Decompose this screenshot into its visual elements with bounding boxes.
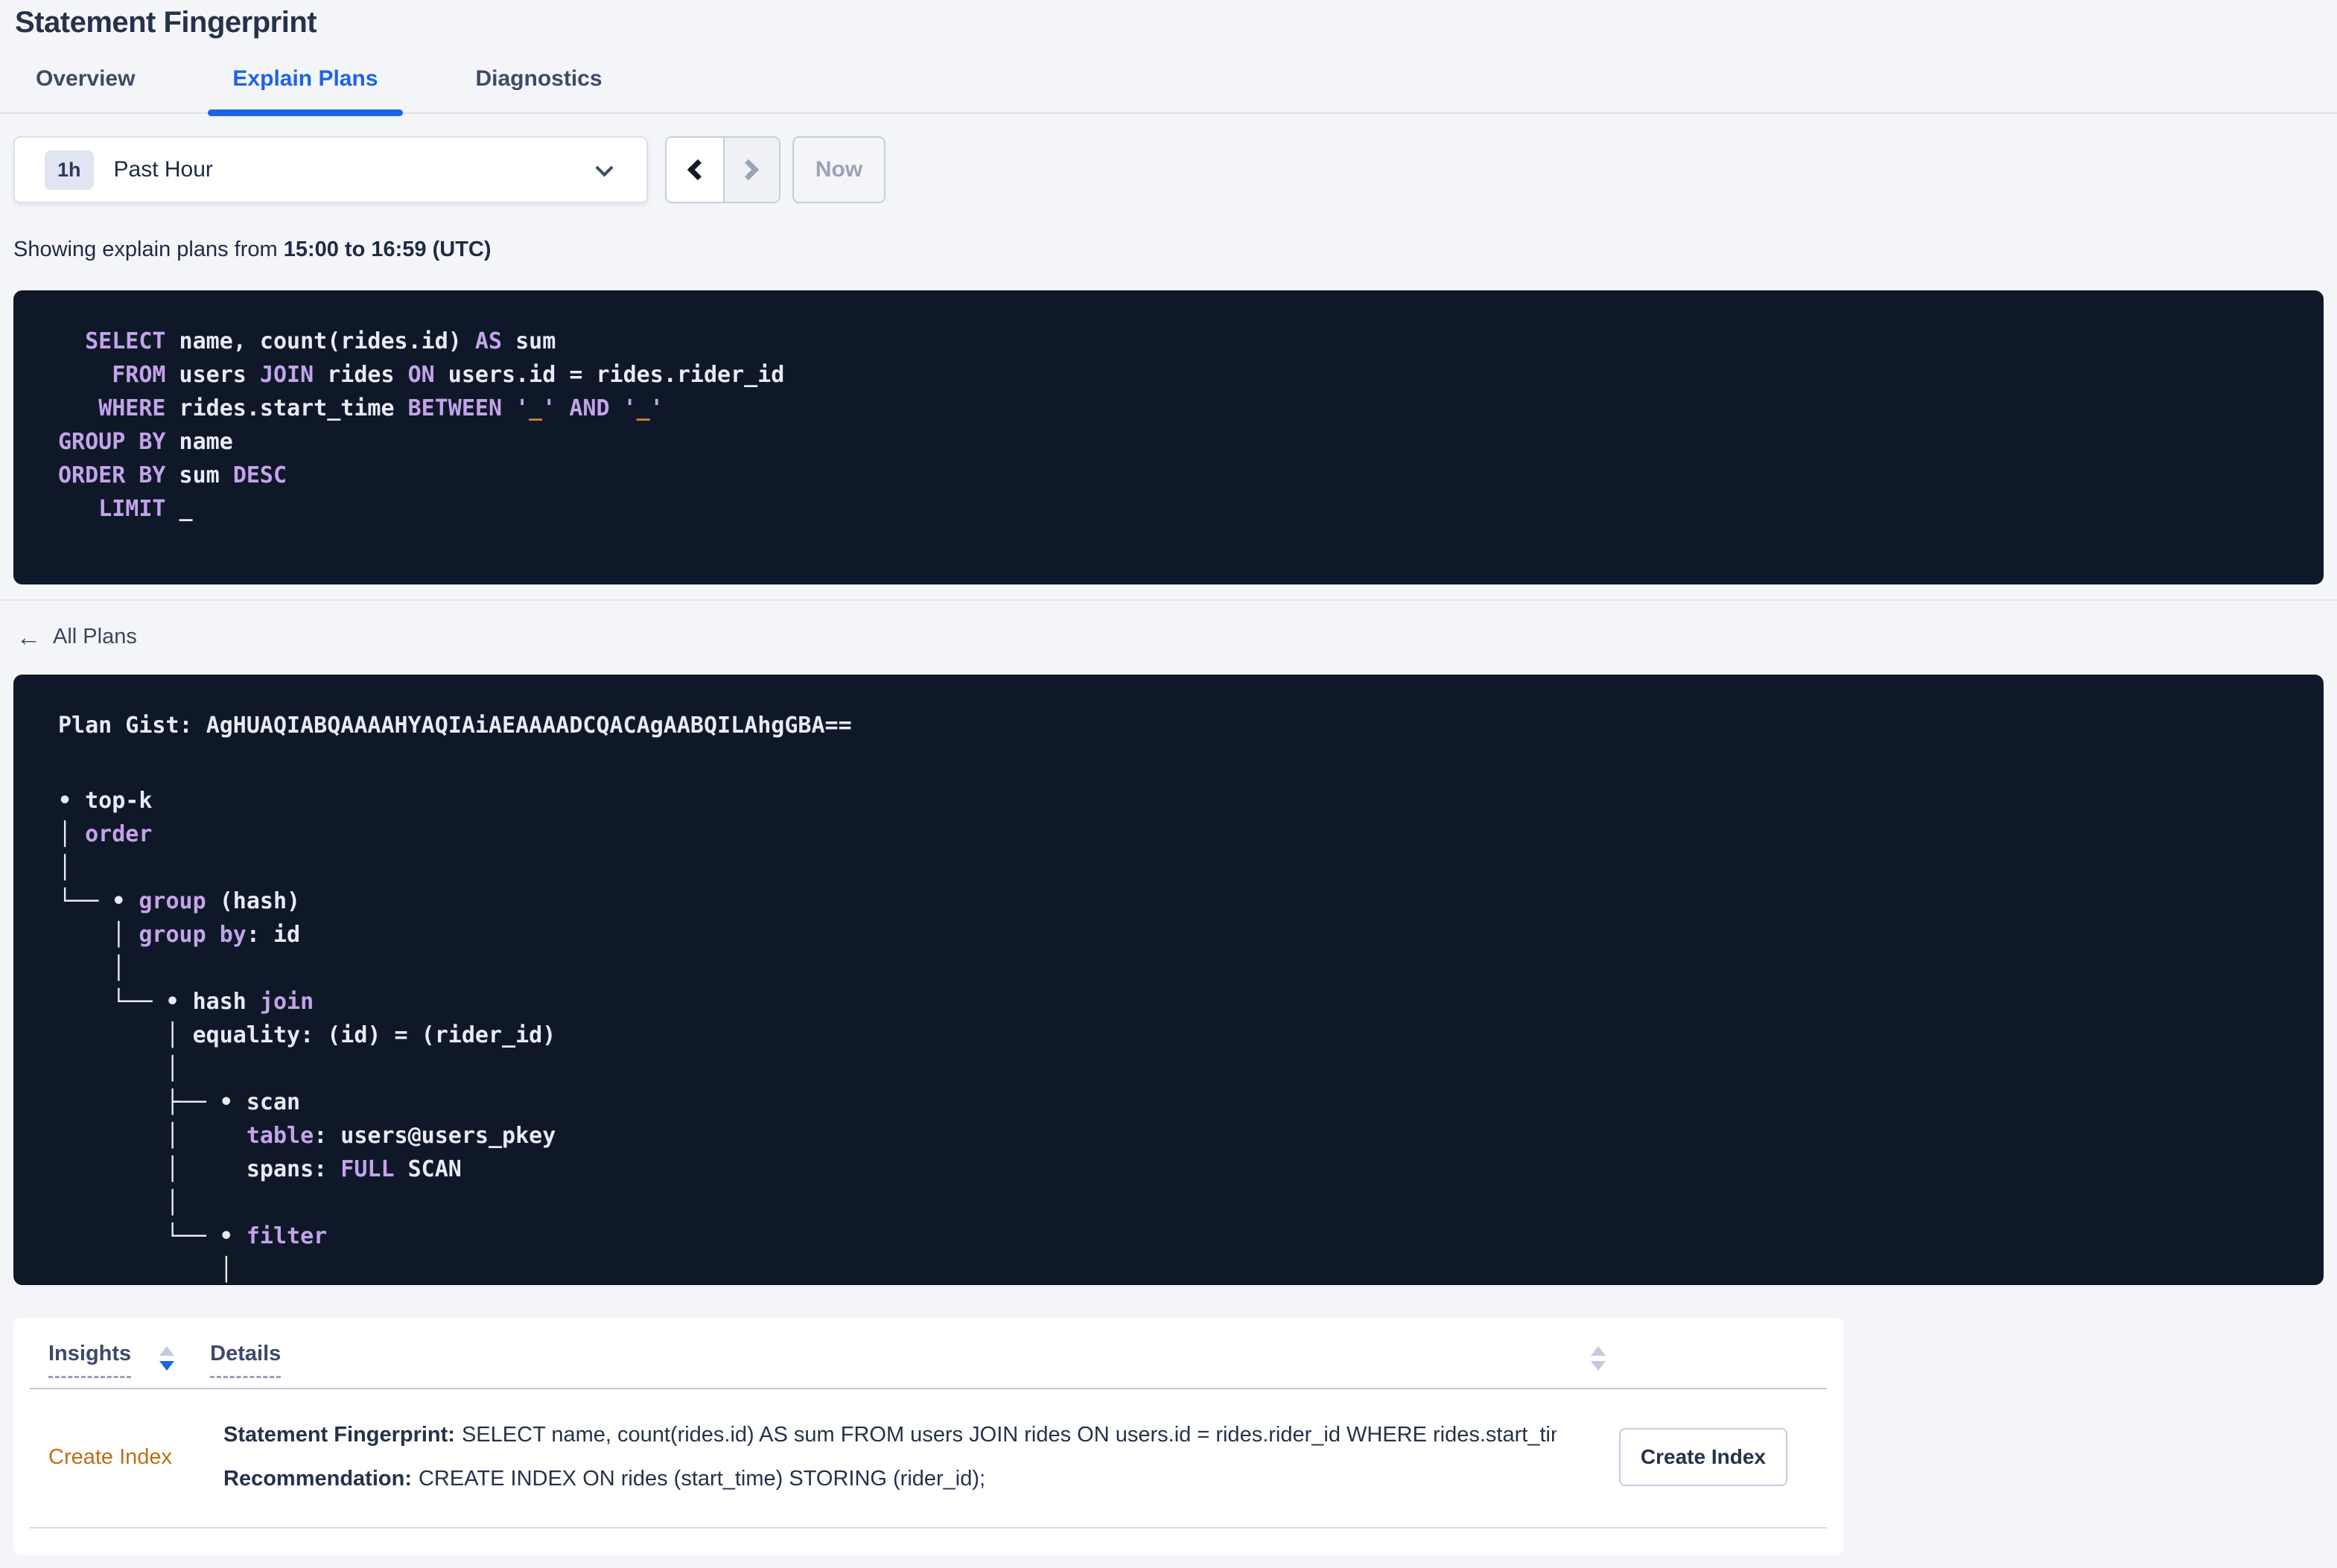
arrow-left-icon: ←: [16, 623, 41, 651]
column-header-insights[interactable]: Insights: [48, 1342, 132, 1378]
next-time-button[interactable]: [722, 138, 779, 202]
insights-table: Insights Details Create Index Statement …: [13, 1318, 1843, 1555]
sort-down-icon: [159, 1361, 175, 1371]
create-index-button[interactable]: Create Index: [1618, 1428, 1787, 1486]
plan-tree: • top-k │ order │ └── • group (hash) │ grou…: [58, 788, 556, 1283]
plan-gist-block: Plan Gist: AgHUAQIABQAAAAHYAQIAiAEAAAADC…: [13, 675, 2324, 1285]
time-pager: [665, 136, 780, 203]
all-plans-label: All Plans: [53, 625, 137, 648]
tab-overview[interactable]: Overview: [11, 57, 159, 112]
sort-icon-insights[interactable]: [159, 1346, 175, 1371]
chevron-left-icon: [687, 159, 708, 181]
all-plans-link[interactable]: ← All Plans: [16, 625, 137, 649]
time-range-badge: 1h: [45, 150, 94, 190]
fingerprint-line: Statement Fingerprint: SELECT name, count…: [223, 1423, 1557, 1447]
insight-details: Statement Fingerprint: SELECT name, count…: [223, 1423, 1557, 1491]
column-header-details[interactable]: Details: [210, 1342, 282, 1378]
chevron-right-icon: [738, 159, 760, 181]
summary-prefix: Showing explain plans from: [13, 238, 284, 261]
summary-range: 15:00 to 16:59 (UTC): [283, 238, 492, 261]
sort-down-icon: [1591, 1361, 1606, 1371]
recommendation-label: Recommendation:: [223, 1467, 412, 1491]
plan-gist-value: AgHUAQIABQAAAAHYAQIAiAEAAAADCQACAgAABQIL…: [206, 713, 852, 739]
recommendation-text: CREATE INDEX ON rides (start_time) STORI…: [418, 1467, 986, 1491]
fingerprint-text: SELECT name, count(rides.id) AS sum FROM…: [461, 1423, 1557, 1447]
plan-gist-label: Plan Gist:: [58, 713, 206, 739]
insight-type-link[interactable]: Create Index: [48, 1445, 223, 1470]
sort-icon-details[interactable]: [1591, 1346, 1606, 1371]
page-title: Statement Fingerprint: [15, 6, 317, 39]
time-range-select[interactable]: 1h Past Hour: [13, 136, 648, 203]
sort-up-icon: [1591, 1346, 1606, 1356]
chevron-down-icon: [595, 159, 614, 177]
time-controls: 1h Past Hour Now: [13, 136, 2324, 203]
fingerprint-label: Statement Fingerprint:: [223, 1423, 455, 1447]
time-range-summary: Showing explain plans from 15:00 to 16:5…: [13, 238, 2324, 262]
sql-statement-block: SELECT name, count(rides.id) AS sum FROM…: [13, 290, 2324, 584]
sort-up-icon: [159, 1346, 175, 1356]
sql-code: SELECT name, count(rides.id) AS sum FROM…: [58, 328, 785, 522]
section-divider: [0, 599, 2337, 601]
tab-explain-plans[interactable]: Explain Plans: [208, 57, 403, 116]
insights-table-header: Insights Details: [30, 1318, 1827, 1389]
plan-gist: Plan Gist: AgHUAQIABQAAAAHYAQIAiAEAAAADC…: [58, 709, 2279, 742]
time-range-value: Past Hour: [113, 157, 213, 182]
prev-time-button[interactable]: [667, 138, 723, 202]
tab-diagnostics[interactable]: Diagnostics: [451, 57, 627, 112]
recommendation-line: Recommendation: CREATE INDEX ON rides (st…: [223, 1467, 1557, 1491]
now-button[interactable]: Now: [792, 136, 885, 203]
table-row: Create Index Statement Fingerprint: SELEC…: [30, 1389, 1827, 1529]
tab-bar: Overview Explain Plans Diagnostics: [0, 57, 2337, 116]
